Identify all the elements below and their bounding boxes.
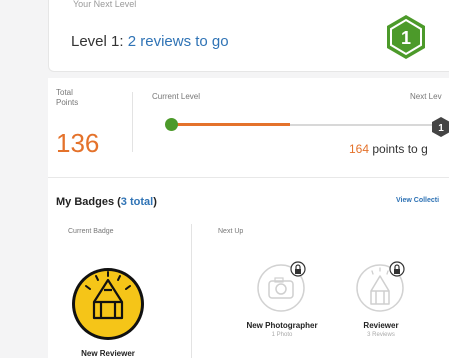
progress-fill	[172, 123, 290, 126]
next-level-number: 1	[438, 123, 444, 134]
divider	[132, 92, 133, 152]
reviewer-badge-icon[interactable]	[354, 260, 408, 314]
level-prefix: Level 1:	[71, 33, 128, 50]
view-collection-link[interactable]: View Collecti	[396, 197, 439, 204]
points-to-go-text: points to g	[369, 142, 428, 156]
level-badge-icon: 1	[387, 15, 425, 59]
new-reviewer-badge-icon[interactable]	[70, 266, 146, 342]
next-badge-name: Reviewer	[363, 321, 399, 330]
next-badge-name: New Photographer	[246, 321, 318, 330]
level-card: Your Next Level Level 1: 2 reviews to go…	[48, 0, 449, 72]
level-progress-text: Level 1: 2 reviews to go	[71, 33, 229, 50]
badges-count: 3 total	[120, 196, 154, 208]
current-level-dot	[165, 118, 178, 131]
current-badge-label: Current Badge	[68, 228, 114, 235]
total-label-line1: Total	[56, 88, 73, 97]
total-points-value: 136	[56, 128, 100, 158]
total-label-line2: Points	[56, 98, 79, 107]
total-points-label: Total Points	[56, 88, 78, 108]
points-to-go-number: 164	[349, 142, 370, 156]
next-up-label: Next Up	[218, 228, 244, 235]
level-badge-number: 1	[401, 28, 411, 48]
level-card-faded-text: Your Next Level	[73, 0, 137, 9]
current-badge-name: New Reviewer	[81, 349, 135, 358]
badges-divider	[191, 224, 192, 358]
next-badge-sub: 3 Reviews	[367, 332, 395, 338]
badges-title-close: )	[153, 196, 157, 208]
badges-title-text: My Badges (	[56, 196, 121, 208]
badges-title: My Badges (3 total)	[56, 196, 157, 208]
next-level-label: Next Lev	[410, 92, 442, 101]
points-section: Total Points 136 Current Level Next Lev …	[48, 78, 449, 178]
next-level-hex-icon: 1	[432, 117, 449, 137]
badges-section: My Badges (3 total) View Collecti Curren…	[48, 178, 449, 358]
current-level-label: Current Level	[152, 92, 201, 101]
next-badge-sub: 1 Photo	[271, 332, 293, 338]
new-photographer-badge-icon[interactable]	[255, 260, 309, 314]
reviews-to-go-link[interactable]: 2 reviews to go	[128, 33, 229, 50]
left-gutter	[0, 0, 48, 358]
points-to-go: 164 points to g	[349, 142, 428, 156]
